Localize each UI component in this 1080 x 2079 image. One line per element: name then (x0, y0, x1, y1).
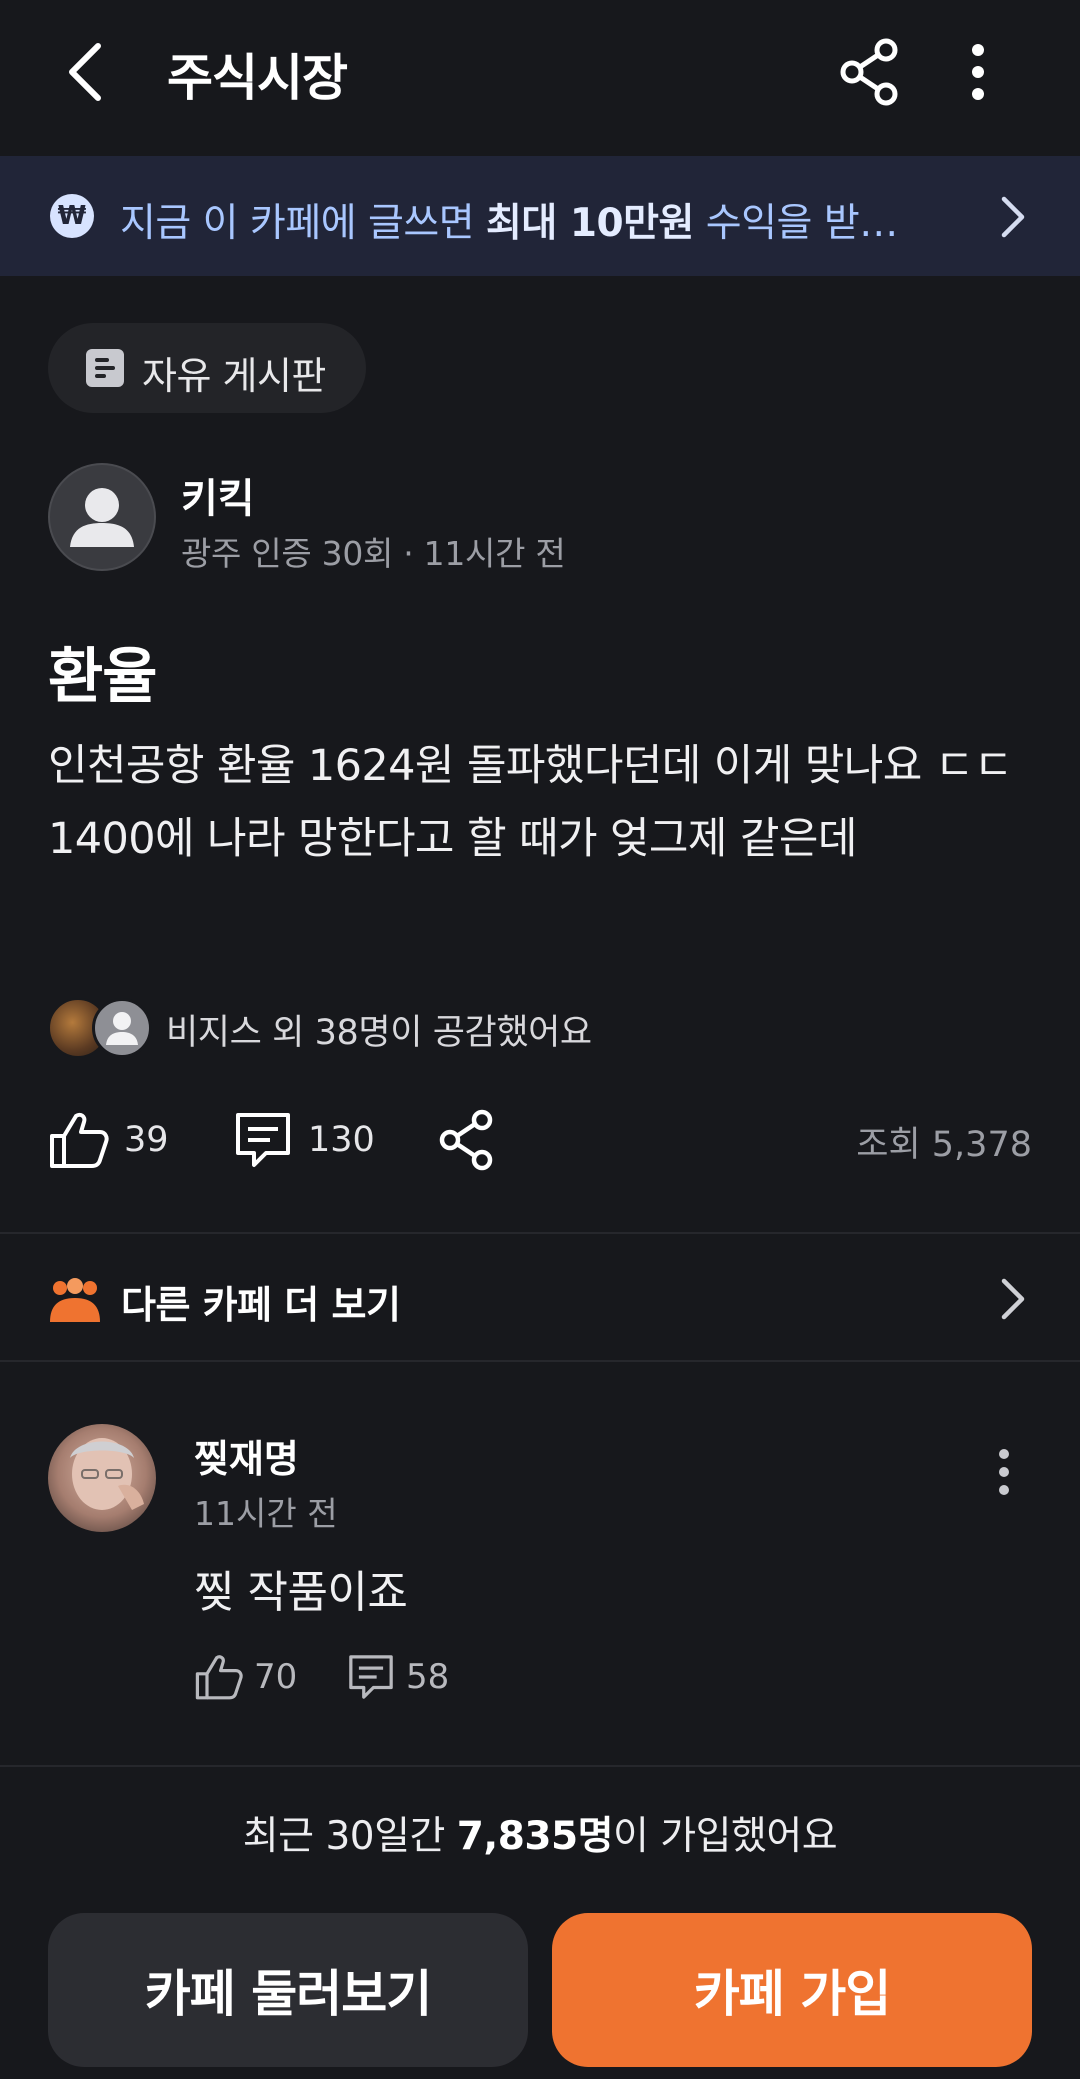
comment-button[interactable]: 130 (232, 1108, 375, 1172)
join-stat: 최근 30일간 7,835명이 가입했어요 (242, 1814, 838, 1859)
comment-count: 130 (308, 1120, 375, 1160)
author-name[interactable]: 키킥 (181, 466, 255, 524)
divider (0, 1765, 1080, 1767)
share-button[interactable] (834, 34, 906, 110)
commenter-avatar[interactable] (48, 1424, 156, 1532)
more-vertical-icon (999, 1449, 1009, 1495)
other-cafe-link[interactable]: 다른 카페 더 보기 (0, 1236, 1080, 1360)
view-count: 조회 5,378 (856, 1125, 1032, 1165)
back-button[interactable] (48, 36, 120, 108)
comment-reply-button[interactable]: 58 (346, 1652, 449, 1702)
comment-time: 11시간 전 (194, 1494, 338, 1533)
liker-avatar-default (92, 998, 152, 1058)
browse-cafe-button[interactable]: 카페 둘러보기 (48, 1913, 528, 2067)
comment-body: 찢 작품이죠 (194, 1567, 408, 1618)
page-title: 주식시장 (167, 49, 348, 107)
board-icon (86, 349, 124, 387)
comment-icon (349, 1655, 393, 1699)
post-share-button[interactable] (436, 1108, 498, 1172)
comment-more-button[interactable] (984, 1442, 1024, 1502)
default-user-icon (106, 1012, 138, 1045)
thumbs-up-icon (195, 1655, 243, 1700)
more-vertical-icon (972, 44, 984, 100)
join-cafe-button[interactable]: 카페 가입 (552, 1913, 1032, 2067)
more-options-button[interactable] (948, 34, 1008, 110)
post-title: 환율 (48, 642, 157, 712)
divider (0, 1360, 1080, 1362)
likers-text: 비지스 외 38명이 공감했어요 (166, 1013, 592, 1053)
like-count: 39 (124, 1120, 169, 1160)
chevron-right-icon (994, 1274, 1030, 1324)
avatar-photo (70, 1438, 144, 1510)
share-icon (439, 1109, 493, 1171)
thumbs-up-icon (50, 1112, 109, 1168)
promo-banner[interactable]: ₩ 지금 이 카페에 글쓰면 최대 10만원 수익을 받… (0, 156, 1080, 276)
top-app-bar: 주식시장 (0, 0, 1080, 156)
default-user-icon (70, 488, 134, 547)
board-chip[interactable]: 자유 게시판 (48, 323, 366, 413)
comment-like-count: 70 (254, 1657, 298, 1697)
post-action-bar: 39 130 조회 5,378 (0, 1100, 1080, 1180)
share-icon (840, 38, 898, 106)
comment-icon (236, 1113, 290, 1167)
banner-text: 지금 이 카페에 글쓰면 최대 10만원 수익을 받… (120, 201, 898, 246)
bottom-cta: 최근 30일간 7,835명이 가입했어요 카페 둘러보기 카페 가입 (0, 1765, 1080, 2079)
board-label: 자유 게시판 (142, 354, 326, 398)
people-group-icon (50, 1278, 100, 1322)
commenter-name[interactable]: 찢재명 (194, 1428, 299, 1483)
like-button[interactable]: 39 (48, 1108, 169, 1172)
comment-like-button[interactable]: 70 (194, 1652, 297, 1702)
author-meta: 광주 인증 30회 · 11시간 전 (181, 534, 566, 573)
banner-chevron-right-icon (992, 192, 1032, 242)
other-cafe-label: 다른 카페 더 보기 (121, 1283, 401, 1327)
comment-reply-count: 58 (406, 1657, 450, 1697)
post-body: 인천공항 환율 1624원 돌파했다던데 이게 맞나요 ㄷㄷ 1400에 나라 … (48, 741, 1013, 864)
author-avatar[interactable] (48, 463, 156, 571)
divider (0, 1232, 1080, 1234)
chevron-left-icon (69, 43, 101, 101)
won-coin-icon: ₩ (50, 194, 94, 238)
